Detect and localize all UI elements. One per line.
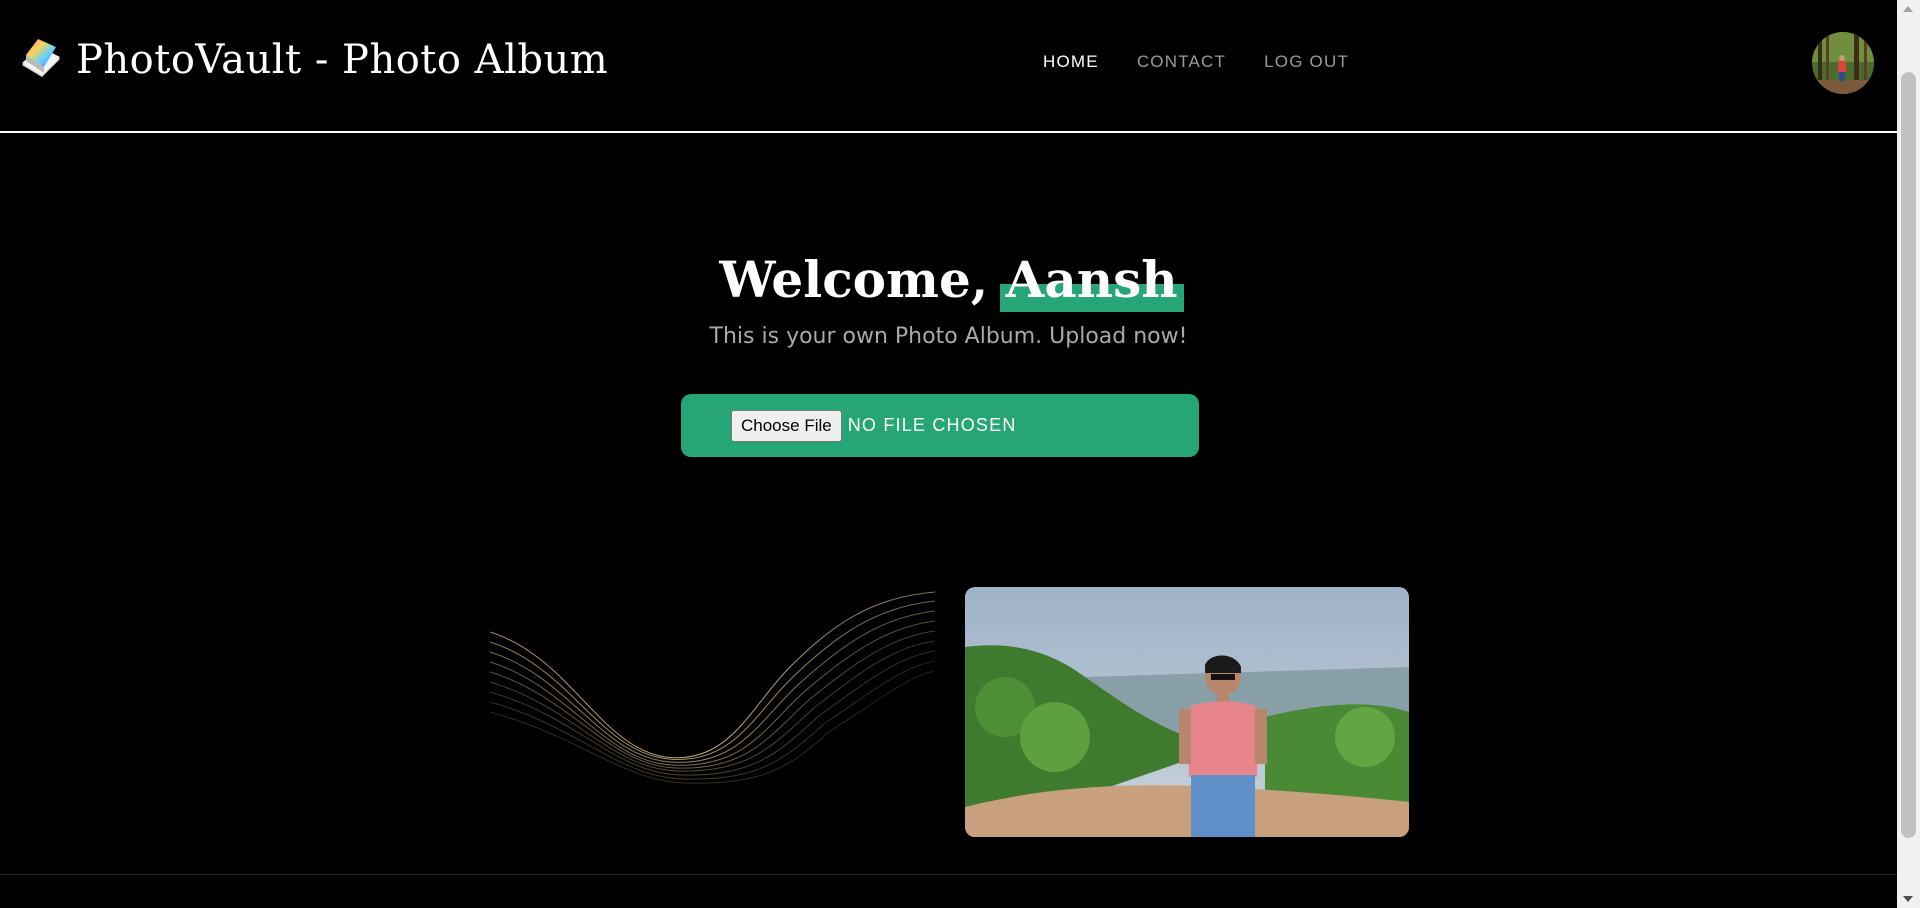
avatar-image bbox=[1812, 32, 1874, 94]
abstract-wave-image bbox=[489, 587, 936, 787]
nav-contact-link[interactable]: CONTACT bbox=[1137, 52, 1226, 72]
upload-box[interactable]: Choose File NO FILE CHOSEN bbox=[681, 394, 1199, 457]
welcome-heading: Welcome, Aansh bbox=[719, 246, 1184, 314]
photo-album-icon bbox=[22, 39, 60, 77]
scroll-down-arrow-icon[interactable] bbox=[1903, 896, 1913, 902]
page-scrollbar[interactable] bbox=[1897, 0, 1920, 908]
person-landscape-photo bbox=[965, 587, 1409, 837]
user-avatar[interactable] bbox=[1812, 32, 1874, 94]
gallery-photo-person[interactable] bbox=[965, 587, 1409, 837]
scroll-up-arrow-icon[interactable] bbox=[1903, 6, 1913, 12]
nav-home-link[interactable]: HOME bbox=[1043, 52, 1099, 72]
file-status-text: NO FILE CHOSEN bbox=[847, 415, 1017, 435]
top-header: PhotoVault - Photo Album HOME CONTACT LO… bbox=[0, 0, 1897, 133]
nav-logout-link[interactable]: LOG OUT bbox=[1264, 52, 1349, 72]
choose-file-button[interactable]: Choose File bbox=[731, 409, 842, 442]
scroll-thumb[interactable] bbox=[1901, 72, 1916, 838]
username-text: Aansh bbox=[1005, 250, 1178, 309]
welcome-subtitle: This is your own Photo Album. Upload now… bbox=[709, 324, 1188, 349]
greeting-text: Welcome, bbox=[719, 250, 989, 309]
welcome-section: Welcome, Aansh This is your own Photo Al… bbox=[0, 246, 1897, 349]
app-title: PhotoVault - Photo Album bbox=[76, 37, 609, 83]
gallery-photo-wave[interactable] bbox=[489, 587, 936, 787]
main-nav: HOME CONTACT LOG OUT bbox=[1043, 52, 1349, 72]
footer-divider bbox=[0, 874, 1897, 875]
username-highlight: Aansh bbox=[999, 246, 1184, 314]
brand[interactable]: PhotoVault - Photo Album bbox=[18, 36, 608, 84]
